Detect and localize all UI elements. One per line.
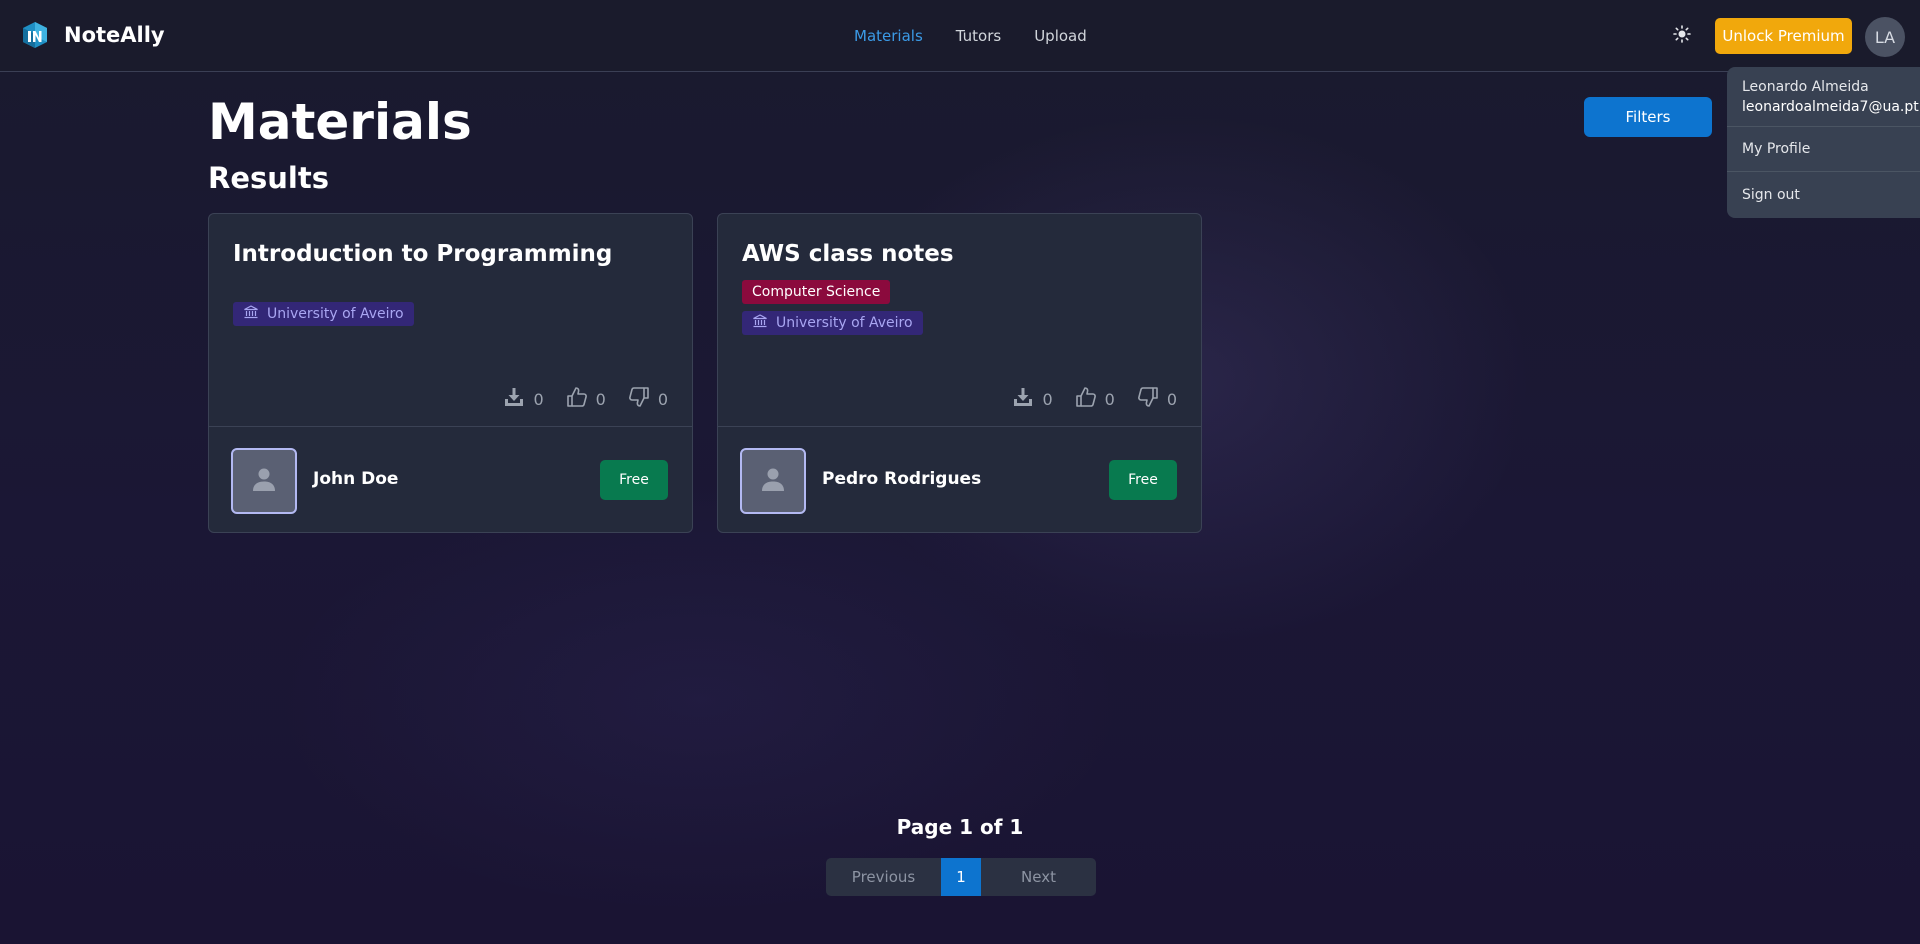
card-footer: Pedro Rodrigues Free bbox=[718, 426, 1201, 532]
university-label: University of Aveiro bbox=[776, 315, 913, 331]
page-info: Page 1 of 1 bbox=[896, 815, 1024, 839]
dropdown-user-email: leonardoalmeida7@ua.pt bbox=[1742, 99, 1919, 115]
user-placeholder-icon bbox=[250, 465, 278, 497]
likes-stat[interactable]: 0 bbox=[566, 386, 606, 412]
dislikes-stat[interactable]: 0 bbox=[1137, 386, 1177, 412]
downloads-stat: 0 bbox=[1012, 386, 1053, 412]
thumbs-down-icon bbox=[628, 386, 650, 412]
top-navbar: NoteAlly Materials Tutors Upload Unlock … bbox=[0, 0, 1920, 72]
user-placeholder-icon bbox=[759, 465, 787, 497]
nav-upload[interactable]: Upload bbox=[1034, 27, 1087, 45]
next-page-button[interactable]: Next bbox=[981, 858, 1096, 896]
subject-tag: Computer Science bbox=[742, 280, 891, 304]
brand-name: NoteAlly bbox=[64, 23, 165, 47]
thumbs-up-icon bbox=[566, 386, 588, 412]
menu-item-my-profile[interactable]: My Profile bbox=[1727, 127, 1920, 172]
likes-stat[interactable]: 0 bbox=[1075, 386, 1115, 412]
unlock-premium-button[interactable]: Unlock Premium bbox=[1715, 18, 1852, 54]
author-name[interactable]: John Doe bbox=[313, 469, 398, 489]
main-nav: Materials Tutors Upload bbox=[854, 0, 1087, 72]
card-footer: John Doe Free bbox=[209, 426, 692, 532]
author-avatar[interactable] bbox=[231, 448, 297, 514]
university-tag: University of Aveiro bbox=[742, 311, 923, 335]
author-name[interactable]: Pedro Rodrigues bbox=[822, 469, 981, 489]
thumbs-down-icon bbox=[1137, 386, 1159, 412]
university-label: University of Aveiro bbox=[267, 306, 404, 322]
filters-button[interactable]: Filters bbox=[1584, 97, 1712, 137]
logo-icon bbox=[20, 20, 50, 50]
page-title: Materials bbox=[208, 93, 472, 151]
nav-tutors[interactable]: Tutors bbox=[956, 27, 1001, 45]
downloads-count: 0 bbox=[1042, 389, 1053, 409]
page-number-button[interactable]: 1 bbox=[941, 858, 981, 896]
downloads-stat: 0 bbox=[503, 386, 544, 412]
university-tag: University of Aveiro bbox=[233, 302, 414, 326]
dropdown-user-info: Leonardo Almeida leonardoalmeida7@ua.pt bbox=[1727, 67, 1920, 127]
dislikes-count: 0 bbox=[1166, 389, 1177, 409]
university-icon bbox=[243, 304, 267, 324]
nav-materials[interactable]: Materials bbox=[854, 27, 923, 45]
dropdown-user-name: Leonardo Almeida bbox=[1742, 79, 1869, 95]
material-title: Introduction to Programming bbox=[233, 241, 613, 267]
user-dropdown-menu: Leonardo Almeida leonardoalmeida7@ua.pt … bbox=[1727, 67, 1920, 218]
download-icon bbox=[1012, 386, 1034, 412]
price-button[interactable]: Free bbox=[600, 460, 668, 500]
download-icon bbox=[503, 386, 525, 412]
sun-icon bbox=[1673, 25, 1691, 47]
brand[interactable]: NoteAlly bbox=[20, 20, 165, 50]
material-stats: 0 0 0 bbox=[503, 386, 668, 412]
price-button[interactable]: Free bbox=[1109, 460, 1177, 500]
material-card[interactable]: AWS class notes Computer Science Univers… bbox=[717, 213, 1202, 533]
previous-page-button[interactable]: Previous bbox=[826, 858, 941, 896]
material-stats: 0 0 0 bbox=[1012, 386, 1177, 412]
likes-count: 0 bbox=[1104, 389, 1115, 409]
results-heading: Results bbox=[208, 161, 329, 195]
author-avatar[interactable] bbox=[740, 448, 806, 514]
theme-toggle-button[interactable] bbox=[1670, 24, 1694, 48]
thumbs-up-icon bbox=[1075, 386, 1097, 412]
material-title: AWS class notes bbox=[742, 241, 954, 267]
downloads-count: 0 bbox=[533, 389, 544, 409]
menu-item-sign-out[interactable]: Sign out bbox=[1727, 172, 1920, 217]
dislikes-stat[interactable]: 0 bbox=[628, 386, 668, 412]
material-card[interactable]: Introduction to Programming University o… bbox=[208, 213, 693, 533]
likes-count: 0 bbox=[595, 389, 606, 409]
dislikes-count: 0 bbox=[657, 389, 668, 409]
pagination: Previous 1 Next bbox=[826, 858, 1096, 896]
university-icon bbox=[752, 313, 776, 333]
user-avatar-button[interactable]: LA bbox=[1865, 17, 1905, 57]
